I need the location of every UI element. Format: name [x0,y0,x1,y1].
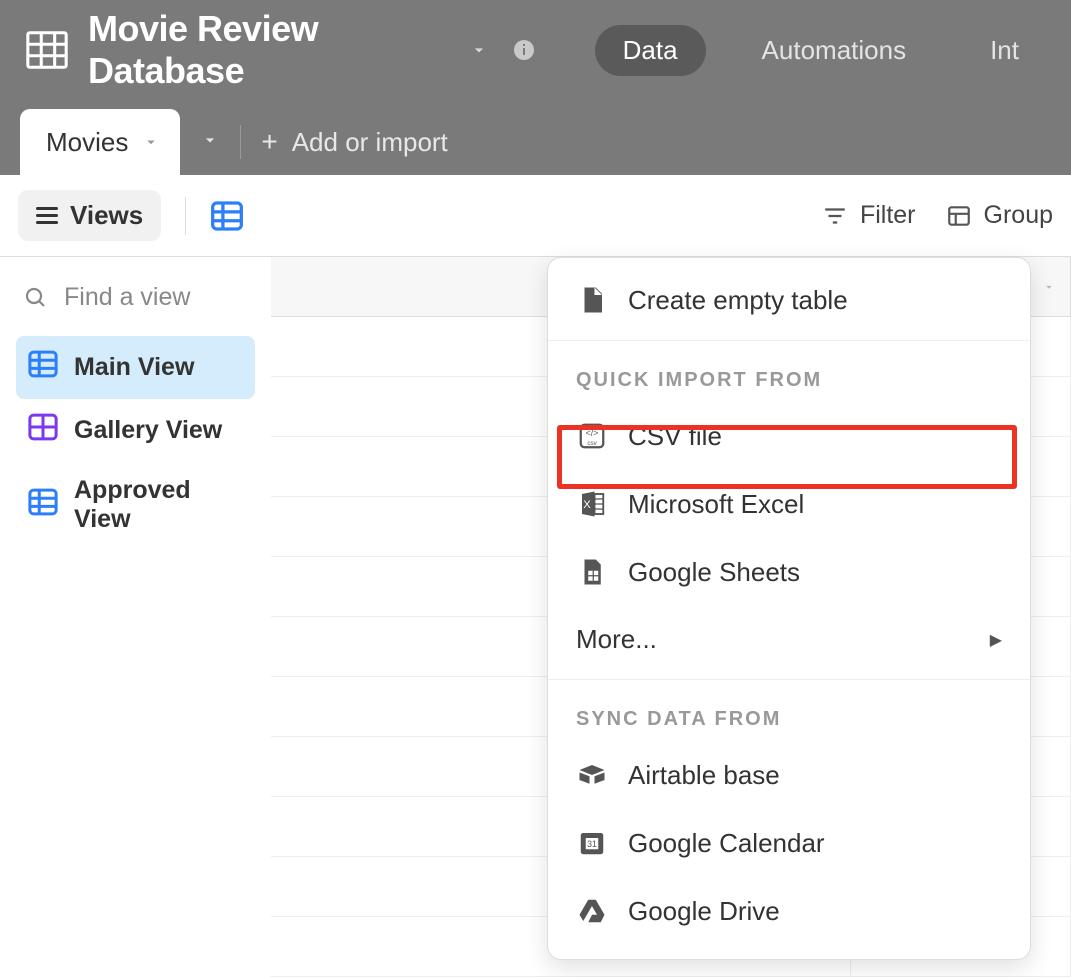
view-toolbar: Views Filter Group [0,175,1071,257]
view-type-icon [28,350,58,385]
sync-gcal-label: Google Calendar [628,828,825,859]
google-calendar-icon: 31 [576,827,608,859]
search-icon [24,286,48,310]
base-icon[interactable] [24,26,70,74]
nav-automations[interactable]: Automations [734,25,935,76]
import-csv[interactable]: </> csv CSV file [548,402,1030,470]
create-empty-label: Create empty table [628,285,848,316]
chevron-right-icon: ▶ [990,630,1002,650]
tab-label: Movies [46,127,128,158]
import-excel[interactable]: X Microsoft Excel [548,470,1030,538]
body: Find a view Main View Gallery View Approve… [0,257,1071,977]
views-toggle-button[interactable]: Views [18,190,161,241]
sync-airtable[interactable]: Airtable base [548,741,1030,809]
add-or-import-button[interactable]: + Add or import [261,126,447,158]
filter-label: Filter [860,201,916,230]
views-label: Views [70,200,143,231]
info-icon[interactable] [511,36,536,64]
sync-gdrive-label: Google Drive [628,896,780,927]
table-tab-bar: Movies + Add or import [0,100,1071,175]
chevron-down-icon[interactable] [200,130,220,155]
search-placeholder: Find a view [64,283,190,312]
import-gsheets-label: Google Sheets [628,557,800,588]
import-gsheets[interactable]: Google Sheets [548,538,1030,606]
find-view-search[interactable]: Find a view [16,271,255,332]
sidebar-view-item[interactable]: Gallery View [16,399,255,462]
import-more[interactable]: More... ▶ [548,606,1030,673]
top-nav: Data Automations Int [595,25,1047,76]
plus-icon: + [261,126,277,158]
view-type-icon [28,413,58,448]
nav-data[interactable]: Data [595,25,706,76]
base-title[interactable]: Movie Review Database [88,8,447,92]
file-icon [576,284,608,316]
chevron-down-icon[interactable] [469,40,489,60]
more-label: More... [576,624,657,655]
view-type-icon [28,488,58,523]
svg-text:31: 31 [587,839,597,849]
excel-icon: X [576,488,608,520]
nav-interfaces[interactable]: Int [962,25,1047,76]
svg-text:</>: </> [586,428,599,438]
view-label: Main View [74,353,194,382]
sidebar-view-item[interactable]: Main View [16,336,255,399]
import-csv-label: CSV file [628,421,722,452]
svg-text:X: X [583,499,591,511]
import-excel-label: Microsoft Excel [628,489,804,520]
tab-actions: + Add or import [180,109,467,175]
create-empty-table[interactable]: Create empty table [548,266,1030,334]
filter-button[interactable]: Filter [822,201,916,230]
divider [548,679,1030,680]
add-import-label: Add or import [292,127,448,158]
view-label: Gallery View [74,416,222,445]
chevron-down-icon[interactable] [142,127,160,158]
sidebar-view-item[interactable]: Approved View [16,462,255,548]
group-button[interactable]: Group [946,201,1053,230]
google-drive-icon [576,895,608,927]
csv-icon: </> csv [576,420,608,452]
divider [185,197,186,235]
view-label: Approved View [74,476,243,534]
hamburger-icon [36,207,58,224]
views-sidebar: Find a view Main View Gallery View Approve… [0,257,271,977]
sync-airtable-label: Airtable base [628,760,780,791]
quick-import-section-label: QUICK IMPORT FROM [548,347,1030,402]
divider [548,340,1030,341]
sync-gdrive[interactable]: Google Drive [548,877,1030,945]
svg-text:csv: csv [587,440,597,447]
group-label: Group [984,201,1053,230]
tab-movies[interactable]: Movies [20,109,180,175]
table-area: ✓ Approved ✓ Create empty table [271,257,1071,977]
chevron-down-icon[interactable] [1042,273,1056,300]
sync-section-label: SYNC DATA FROM [548,686,1030,741]
add-import-popover: Create empty table QUICK IMPORT FROM </>… [547,257,1031,960]
sync-gcal[interactable]: 31 Google Calendar [548,809,1030,877]
divider [240,125,241,159]
google-sheets-icon [576,556,608,588]
top-bar: Movie Review Database Data Automations I… [0,0,1071,100]
airtable-icon [576,759,608,791]
grid-view-icon[interactable] [210,200,244,232]
